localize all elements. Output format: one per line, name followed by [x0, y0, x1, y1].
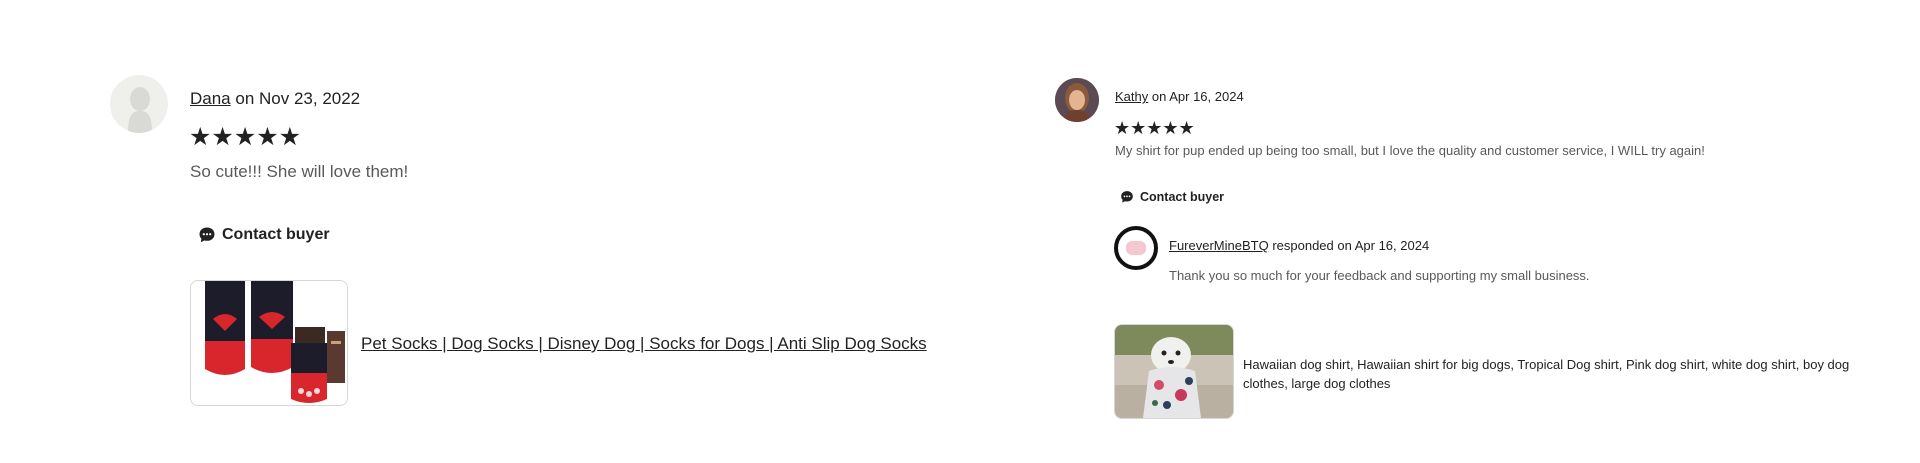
item-thumbnail[interactable]	[1114, 324, 1234, 419]
reviewer-photo-icon	[1055, 78, 1099, 122]
item-title-link[interactable]: Hawaiian dog shirt, Hawaiian shirt for b…	[1243, 355, 1863, 393]
dog-socks-image	[191, 281, 347, 405]
contact-buyer-label: Contact buyer	[1140, 190, 1225, 204]
review-date: on Apr 16, 2024	[1151, 89, 1244, 104]
shop-logo-icon	[1126, 241, 1146, 255]
reviewer-name-link[interactable]: Kathy	[1115, 89, 1148, 104]
review-date: on Nov 23, 2022	[235, 89, 361, 108]
review-text: My shirt for pup ended up being too smal…	[1115, 143, 1705, 158]
review-meta: Kathy on Apr 16, 2024	[1115, 89, 1244, 104]
default-person-icon	[128, 87, 152, 133]
seller-response-text: Thank you so much for your feedback and …	[1169, 268, 1590, 283]
dog-shirt-image	[1115, 325, 1233, 418]
seller-response-meta: FureverMineBTQ responded on Apr 16, 2024	[1169, 238, 1429, 253]
shop-name-link[interactable]: FureverMineBTQ	[1169, 238, 1269, 253]
chat-bubble-icon	[1121, 191, 1133, 203]
star-rating: ★★★★★	[189, 123, 302, 151]
review-meta: Dana on Nov 23, 2022	[190, 89, 360, 109]
contact-buyer-button[interactable]: Contact buyer	[1120, 190, 1224, 204]
review-card: Kathy on Apr 16, 2024 ★★★★★ My shirt for…	[1055, 75, 1875, 419]
contact-buyer-button[interactable]: Contact buyer	[198, 226, 330, 244]
item-title-link[interactable]: Pet Socks | Dog Socks | Disney Dog | Soc…	[361, 334, 927, 354]
shop-avatar[interactable]	[1114, 226, 1158, 270]
response-date: responded on Apr 16, 2024	[1272, 238, 1430, 253]
reviewer-name-link[interactable]: Dana	[190, 89, 231, 108]
item-thumbnail[interactable]	[190, 280, 348, 406]
star-rating: ★★★★★	[1114, 118, 1195, 138]
review-card: Dana on Nov 23, 2022 ★★★★★ So cute!!! Sh…	[110, 75, 1010, 415]
chat-bubble-icon	[199, 227, 215, 243]
reviewer-avatar[interactable]	[1055, 78, 1099, 122]
review-text: So cute!!! She will love them!	[190, 162, 409, 181]
reviewer-avatar[interactable]	[110, 75, 168, 133]
contact-buyer-label: Contact buyer	[222, 226, 330, 243]
